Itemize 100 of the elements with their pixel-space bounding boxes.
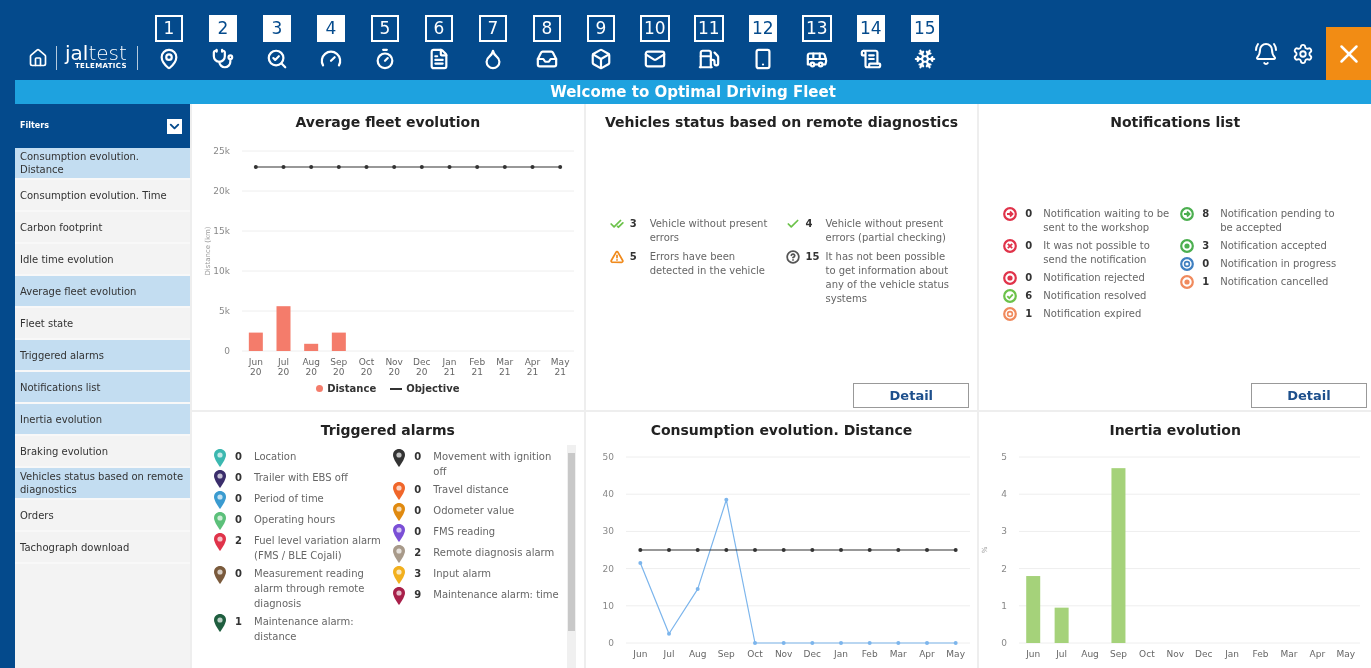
filter-item[interactable]: Triggered alarms <box>15 340 190 372</box>
number-label: 5 <box>370 15 399 42</box>
number-label: 15 <box>910 15 939 42</box>
list-document-icon[interactable] <box>859 48 882 70</box>
legend-line-icon <box>390 387 403 390</box>
detail-button[interactable]: Detail <box>1251 383 1367 408</box>
envelope-icon[interactable] <box>643 48 666 70</box>
axis-tick-label: 0 <box>224 346 230 356</box>
question-icon <box>785 250 800 264</box>
bar <box>276 306 291 351</box>
warning-icon <box>609 250 624 264</box>
check-icon <box>785 217 800 231</box>
alarm-label: Travel distance <box>433 483 509 497</box>
number-label: 6 <box>424 15 453 42</box>
axis-tick-label: 20k <box>213 186 230 196</box>
axis-tick-label: May 21 <box>550 357 570 377</box>
alarm-label: Fuel level variation alarm (FMS / BLE Cojali) <box>254 534 382 563</box>
scrollbar[interactable] <box>566 445 576 668</box>
axis-tick-label: Feb 21 <box>469 357 486 377</box>
filter-item[interactable]: Vehicles status based on remote diagnostics <box>15 468 190 500</box>
notification-label: Notification rejected <box>1043 271 1145 285</box>
axis-tick-label: 4 <box>1001 489 1008 500</box>
welcome-banner: Welcome to Optimal Driving Fleet <box>15 80 1371 104</box>
axis-tick-label: 0 <box>607 638 614 648</box>
filter-item[interactable]: Inertia evolution <box>15 404 190 436</box>
notification-count: 8 <box>1202 207 1211 221</box>
bell-icon[interactable] <box>1254 42 1278 66</box>
alarm-label: FMS reading <box>433 525 496 539</box>
notification-count: 1 <box>1202 275 1211 289</box>
number-label: 9 <box>586 15 615 42</box>
axis-tick-label: Nov <box>1166 649 1185 659</box>
detail-button[interactable]: Detail <box>853 383 970 408</box>
axis-tick-label: 5k <box>219 306 230 316</box>
alarm-count: 0 <box>414 504 423 518</box>
alarm-label: Trailer with EBS off <box>254 471 348 485</box>
axis-tick-label: May <box>1336 649 1356 659</box>
alarm-label: Operating hours <box>254 513 336 527</box>
notification-label: It was not possible to send the notification <box>1043 239 1151 267</box>
alarm-count: 0 <box>235 567 243 581</box>
number-label: 7 <box>478 15 507 42</box>
fuel-pump-icon[interactable] <box>697 48 720 70</box>
filter-item[interactable]: Notifications list <box>15 372 190 404</box>
alarm-count: 0 <box>235 492 243 506</box>
axis-tick-label: Apr 21 <box>524 357 541 377</box>
notification-count: 3 <box>1202 239 1211 253</box>
axis-tick-label: 30 <box>602 526 614 537</box>
alarm-label: Maintenance alarm: time <box>433 588 559 602</box>
number-label: 1 <box>154 15 183 42</box>
axis-tick-label: 2 <box>1001 563 1008 574</box>
alarm-label: Location <box>254 450 297 464</box>
filters-title: Filters <box>20 120 49 132</box>
number-label: 8 <box>532 15 561 42</box>
alarm-count: 2 <box>414 546 423 560</box>
axis-tick-label: Dec 20 <box>413 357 431 377</box>
search-chart-icon[interactable] <box>265 48 288 70</box>
axis-tick-label: 50 <box>602 452 614 462</box>
alarm-label: Measurement reading alarm through remote diagnosis <box>254 567 366 611</box>
number-label: 3 <box>262 15 291 42</box>
alarm-count: 0 <box>235 513 243 527</box>
notification-count: 0 <box>1025 239 1034 253</box>
axis-tick-label: Nov <box>774 649 793 659</box>
notification-label: Notification cancelled <box>1220 275 1329 289</box>
axis-tick-label: Apr <box>1309 649 1326 659</box>
axis-tick-label: Jun <box>632 649 647 659</box>
home-icon[interactable] <box>28 48 48 68</box>
axis-tick-label: Jul 20 <box>277 357 290 377</box>
panel-title: Consumption evolution. Distance <box>649 421 914 440</box>
alarm-count: 2 <box>235 534 243 548</box>
filter-item[interactable]: Average fleet evolution <box>15 276 190 308</box>
status-count: 15 <box>805 250 820 264</box>
number-label: 11 <box>693 15 724 42</box>
stethoscope-icon[interactable] <box>211 48 234 70</box>
panel-title: Average fleet evolution <box>294 113 482 132</box>
axis-tick-label: Dec <box>803 649 821 659</box>
notification-count: 0 <box>1025 271 1034 285</box>
axis-tick-label: 10 <box>602 600 614 611</box>
snowflake-icon[interactable] <box>913 48 936 70</box>
legend-label[interactable]: Objective <box>406 381 460 396</box>
notification-label: Notification in progress <box>1220 257 1337 271</box>
axis-tick-label: Feb <box>1252 649 1269 659</box>
status-count: 5 <box>629 250 638 264</box>
panel-title: Notifications list <box>1109 113 1242 132</box>
tray-icon[interactable] <box>535 48 558 70</box>
cube-icon[interactable] <box>589 48 612 70</box>
axis-tick-label: 1 <box>1001 600 1008 611</box>
filter-item[interactable]: Consumption evolution. Distance <box>15 148 190 180</box>
settings-icon[interactable] <box>1292 43 1314 65</box>
axis-tick-label: Aug <box>1081 649 1100 659</box>
axis-tick-label: Oct 20 <box>358 357 375 377</box>
status-label: It has not been possible to get information about any of the vehicle status systems <box>825 250 950 306</box>
alarm-count: 1 <box>235 615 243 629</box>
legend-label[interactable]: Distance <box>327 381 377 396</box>
dropdown-icon[interactable] <box>167 118 182 134</box>
axis-tick-label: Mar <box>1280 649 1298 659</box>
bar <box>331 332 346 351</box>
axis-tick-label: Jun 20 <box>248 357 263 377</box>
axis-tick-label: 25k <box>213 146 230 156</box>
axis-tick-label: Apr <box>918 649 935 659</box>
alarm-label: Input alarm <box>433 567 492 581</box>
number-label: 10 <box>639 15 670 42</box>
